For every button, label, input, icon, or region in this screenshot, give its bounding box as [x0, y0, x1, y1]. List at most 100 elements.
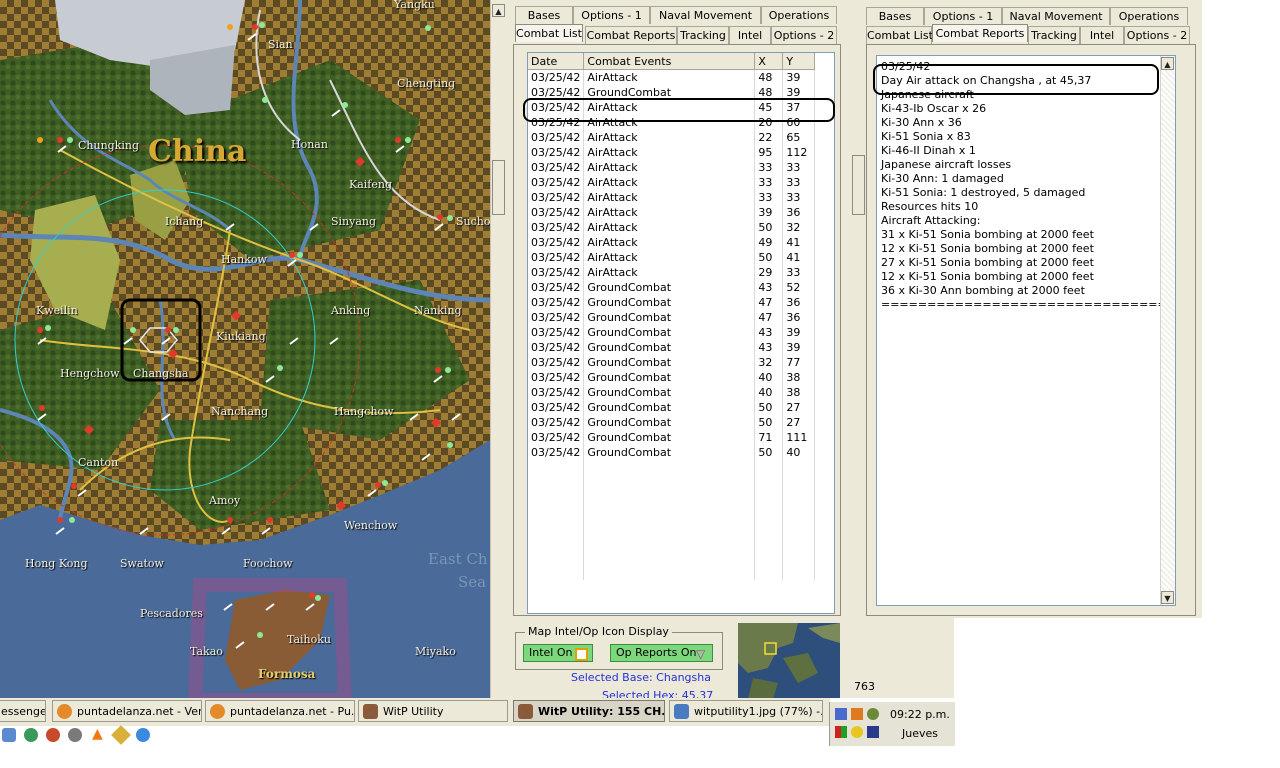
- tab-options-2[interactable]: Options - 2: [1124, 26, 1190, 44]
- table-row[interactable]: 03/25/42 AirAttack 50 41: [528, 250, 816, 265]
- tab-operations[interactable]: Operations: [1110, 7, 1188, 25]
- taskbar-item[interactable]: WitP Utility: [358, 700, 508, 722]
- scroll-up-icon[interactable]: ▲: [492, 4, 505, 17]
- tab-options-1[interactable]: Options - 1: [924, 7, 1002, 25]
- taskbar-item-active[interactable]: WitP Utility: 155 CH...: [513, 700, 665, 722]
- tab-combat-list[interactable]: Combat List: [866, 26, 933, 44]
- panel-scrollbar[interactable]: [852, 0, 866, 618]
- table-row[interactable]: 03/25/42 AirAttack 33 33: [528, 160, 816, 175]
- city-label[interactable]: Yangku: [394, 0, 435, 11]
- city-label[interactable]: Canton: [78, 456, 118, 469]
- table-row[interactable]: 03/25/42 AirAttack 95 112: [528, 145, 816, 160]
- city-label[interactable]: Amoy: [209, 494, 240, 507]
- intel-on-button[interactable]: Intel On: [523, 644, 593, 662]
- windows-flag-icon[interactable]: [835, 726, 847, 738]
- tab-operations[interactable]: Operations: [761, 6, 837, 24]
- column-header-date[interactable]: Date: [528, 53, 585, 70]
- city-label[interactable]: Kaifeng: [349, 178, 392, 191]
- table-row[interactable]: 03/25/42 AirAttack 39 36: [528, 205, 816, 220]
- table-row[interactable]: 03/25/42 AirAttack 22 65: [528, 130, 816, 145]
- city-label[interactable]: Hengchow: [60, 367, 120, 380]
- table-row[interactable]: 03/25/42 GroundCombat 40 38: [528, 385, 816, 400]
- table-row[interactable]: 03/25/42 GroundCombat 50 40: [528, 445, 816, 460]
- tab-tracking[interactable]: Tracking: [1028, 26, 1080, 44]
- city-label[interactable]: Suchow: [456, 215, 490, 228]
- city-label[interactable]: Nanchang: [211, 405, 268, 418]
- security-icon[interactable]: [867, 726, 879, 738]
- tray-icon[interactable]: [835, 708, 847, 720]
- table-row[interactable]: 03/25/42 GroundCombat 40 38: [528, 370, 816, 385]
- city-label[interactable]: Taihoku: [287, 633, 331, 646]
- column-header-y[interactable]: Y: [782, 53, 816, 70]
- city-label[interactable]: Hankow: [221, 253, 267, 266]
- scroll-thumb[interactable]: [492, 160, 505, 215]
- map-scrollbar[interactable]: ▲: [490, 0, 507, 698]
- tab-naval-movement[interactable]: Naval Movement: [1002, 7, 1110, 25]
- tab-options-1[interactable]: Options - 1: [573, 6, 650, 24]
- tab-intel[interactable]: Intel: [729, 26, 771, 44]
- city-label[interactable]: Pescadores: [140, 607, 203, 620]
- vlc-icon[interactable]: ▲: [92, 726, 103, 742]
- table-row[interactable]: 03/25/42 AirAttack 49 41: [528, 235, 816, 250]
- table-row[interactable]: 03/25/42 GroundCombat 43 39: [528, 325, 816, 340]
- city-label[interactable]: Chungking: [78, 139, 139, 152]
- table-row[interactable]: 03/25/42 AirAttack 33 33: [528, 190, 816, 205]
- city-label[interactable]: Nanking: [414, 304, 462, 317]
- network-icon[interactable]: [2, 728, 16, 742]
- city-label[interactable]: Hangchow: [334, 405, 394, 418]
- city-label[interactable]: Sian: [268, 38, 293, 51]
- taskbar-item[interactable]: essenger: [0, 700, 46, 722]
- tab-bases[interactable]: Bases: [866, 7, 924, 25]
- settings-icon[interactable]: [68, 728, 82, 742]
- city-label[interactable]: Sinyang: [331, 215, 376, 228]
- tab-combat-reports[interactable]: Combat Reports: [932, 24, 1028, 42]
- city-label[interactable]: Wenchow: [344, 519, 397, 532]
- table-row[interactable]: 03/25/42 GroundCombat 47 36: [528, 310, 816, 325]
- tab-bases[interactable]: Bases: [515, 6, 573, 24]
- table-row[interactable]: 03/25/42 AirAttack 48 39: [528, 69, 816, 85]
- scroll-thumb[interactable]: [852, 155, 865, 215]
- table-row[interactable]: 03/25/42 GroundCombat 32 77: [528, 355, 816, 370]
- op-reports-on-button[interactable]: Op Reports On ▽: [610, 644, 713, 662]
- table-row[interactable]: 03/25/42 GroundCombat 43 39: [528, 340, 816, 355]
- city-label[interactable]: Miyako: [415, 645, 456, 658]
- tab-naval-movement[interactable]: Naval Movement: [650, 6, 761, 24]
- city-label[interactable]: Takao: [190, 645, 223, 658]
- city-label[interactable]: Swatow: [120, 557, 164, 570]
- taskbar-item[interactable]: witputility1.jpg (77%) -...: [669, 700, 823, 722]
- city-label[interactable]: Hong Kong: [25, 557, 88, 570]
- taskbar-item[interactable]: puntadelanza.net - Pu...: [205, 700, 355, 722]
- table-row[interactable]: 03/25/42 GroundCombat 50 27: [528, 415, 816, 430]
- table-row[interactable]: 03/25/42 AirAttack 33 33: [528, 175, 816, 190]
- tab-intel[interactable]: Intel: [1080, 26, 1124, 44]
- table-row[interactable]: 03/25/42 AirAttack 29 33: [528, 265, 816, 280]
- play-icon[interactable]: [136, 728, 150, 742]
- report-scrollbar[interactable]: ▲ ▼: [1160, 56, 1175, 605]
- city-label[interactable]: Changsha: [133, 367, 188, 380]
- table-row[interactable]: 03/25/42 GroundCombat 47 36: [528, 295, 816, 310]
- tab-combat-list[interactable]: Combat List: [515, 24, 583, 42]
- combat-report-text[interactable]: 03/25/42 Day Air attack on Changsha , at …: [876, 55, 1176, 606]
- scroll-up-icon[interactable]: ▲: [1161, 57, 1174, 70]
- table-row[interactable]: 03/25/42 GroundCombat 71 111: [528, 430, 816, 445]
- combat-events-table[interactable]: Date Combat Events X Y 03/25/42 AirAttack…: [527, 52, 835, 614]
- column-header-x[interactable]: X: [754, 53, 784, 70]
- strategic-map[interactable]: China East Ch Sea Formosa Sian Yangku Ch…: [0, 0, 490, 698]
- column-header-events[interactable]: Combat Events: [583, 53, 756, 70]
- clock-time[interactable]: 09:22 p.m.: [890, 708, 950, 721]
- city-label[interactable]: Ichang: [165, 215, 203, 228]
- table-row[interactable]: 03/25/42 GroundCombat 43 52: [528, 280, 816, 295]
- scroll-down-icon[interactable]: ▼: [1161, 591, 1174, 604]
- city-label[interactable]: Foochow: [243, 557, 293, 570]
- tab-options-2[interactable]: Options - 2: [771, 26, 837, 44]
- taskbar-item[interactable]: puntadelanza.net - Ver...: [52, 700, 202, 722]
- city-label[interactable]: Anking: [331, 304, 370, 317]
- city-label[interactable]: Chengting: [397, 77, 455, 90]
- media-icon[interactable]: [46, 728, 60, 742]
- city-label[interactable]: Kweilin: [36, 304, 78, 317]
- tool-icon[interactable]: [111, 725, 131, 745]
- city-label[interactable]: Kiukiang: [216, 330, 266, 343]
- tab-combat-reports[interactable]: Combat Reports: [585, 26, 677, 44]
- shield-icon[interactable]: [851, 726, 863, 738]
- city-label[interactable]: Honan: [291, 138, 328, 151]
